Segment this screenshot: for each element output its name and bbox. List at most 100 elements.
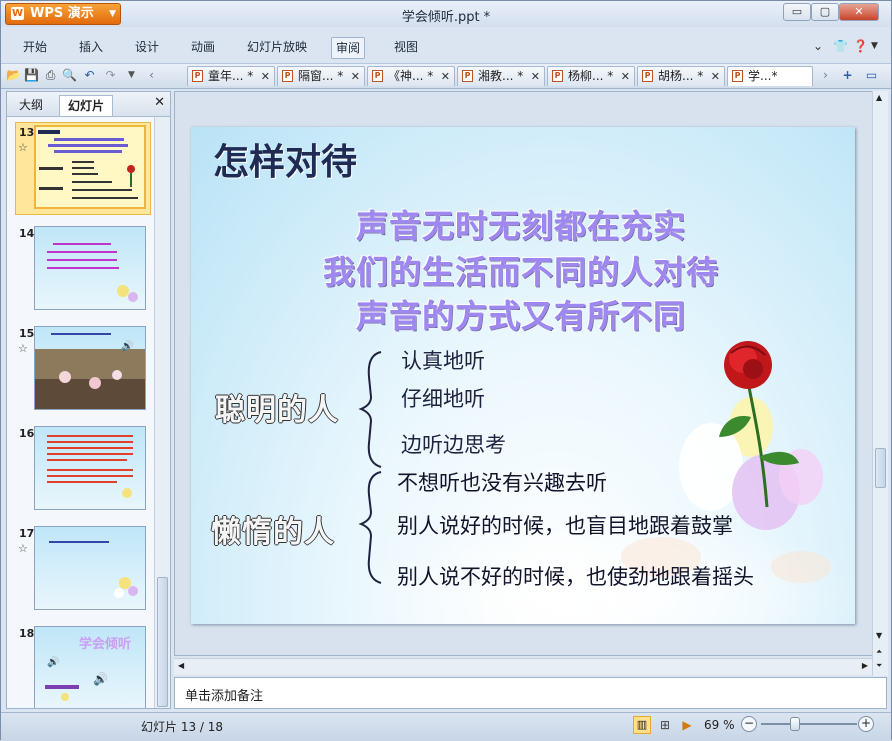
maximize-button[interactable]: ▢ <box>811 3 839 21</box>
thumb-preview <box>47 243 138 302</box>
minimize-icon: ▭ <box>791 5 803 18</box>
menu-animation[interactable]: 动画 <box>187 37 219 57</box>
print-icon[interactable]: ⎙ <box>42 67 59 84</box>
close-icon: ✕ <box>854 5 864 18</box>
open-folder-icon[interactable]: 📂 <box>5 67 22 84</box>
minimize-button[interactable]: ▭ <box>783 3 811 21</box>
close-tab-icon[interactable]: ✕ <box>351 67 360 86</box>
ppt-file-icon: P <box>732 70 743 82</box>
close-panel-icon[interactable]: ✕ <box>154 95 165 110</box>
slide-thumbnail-15[interactable]: 🔊 <box>34 326 146 410</box>
new-tab-icon[interactable]: + <box>839 67 856 84</box>
close-tab-icon[interactable]: ✕ <box>711 67 720 86</box>
doc-tab-label: 杨柳... * <box>568 69 614 83</box>
scroll-left-icon[interactable]: ◀ <box>178 661 184 670</box>
menu-design[interactable]: 设计 <box>131 37 163 57</box>
svg-text:🔊: 🔊 <box>121 339 133 352</box>
slide-thumbnail-18[interactable]: 学会倾听 🔊 🔊 <box>34 626 146 708</box>
doc-tab-active[interactable]: P 学...* <box>727 66 813 86</box>
slideshow-view-icon[interactable]: ▶ <box>678 716 696 734</box>
editor-horizontal-scrollbar[interactable]: ◀ ▶ <box>174 658 872 675</box>
panel-tabs: 大纲 幻灯片 ✕ <box>7 92 170 117</box>
slide-number: 15 <box>19 327 35 340</box>
doc-tab[interactable]: P 隔窗... * ✕ <box>277 66 365 86</box>
menu-home[interactable]: 开始 <box>19 37 51 57</box>
close-tab-icon[interactable]: ✕ <box>531 67 540 86</box>
doc-tab-label: 童年... * <box>208 69 254 83</box>
slide-number: 13 <box>19 126 35 139</box>
zoom-in-button[interactable]: + <box>858 716 874 732</box>
tabs-scroll-left-icon[interactable]: ‹ <box>143 67 160 84</box>
shirt-icon[interactable]: 👕 <box>833 39 848 53</box>
slide-heading-line-2: 我们的生活而不同的人对待 <box>322 253 719 291</box>
doc-tab[interactable]: P 杨柳... * ✕ <box>547 66 635 86</box>
tab-slides[interactable]: 幻灯片 <box>59 95 114 116</box>
tab-list-icon[interactable]: ▭ <box>863 67 880 84</box>
doc-tab[interactable]: P 湘教... * ✕ <box>457 66 545 86</box>
doc-tab-label: 隔窗... * <box>298 69 344 83</box>
close-tab-icon[interactable]: ✕ <box>441 67 450 86</box>
menu-view[interactable]: 视图 <box>390 37 422 57</box>
menu-collapse-icon[interactable]: ⌄ <box>813 39 823 53</box>
slides-panel: 大纲 幻灯片 ✕ 13 ☆ 14 15 ☆ 🔊 16 17 ☆ 18 学会倾听 … <box>6 91 171 709</box>
close-tab-icon[interactable]: ✕ <box>621 67 630 86</box>
lazy-people-label: 懒惰的人 <box>211 515 335 550</box>
doc-tab[interactable]: P 胡杨... * ✕ <box>637 66 725 86</box>
slide-title: 怎样对待 <box>213 141 358 183</box>
menu-insert[interactable]: 插入 <box>75 37 107 57</box>
undo-icon[interactable]: ↶ <box>81 67 98 84</box>
zoom-out-button[interactable]: − <box>741 716 757 732</box>
smart-item-1: 认真地听 <box>401 349 485 373</box>
zoom-slider-track[interactable] <box>761 723 857 725</box>
quick-access-toolbar: 📂 💾 ⎙ 🔍 ↶ ↷ ▼ ‹ P 童年... * ✕ P 隔窗... * ✕ … <box>1 63 891 89</box>
normal-view-icon[interactable]: ▥ <box>633 716 651 734</box>
slide-thumbnail-17[interactable] <box>34 526 146 610</box>
svg-text:🔊: 🔊 <box>47 655 59 668</box>
smart-people-label: 聪明的人 <box>215 393 339 428</box>
zoom-level: 69 % <box>704 718 735 732</box>
editor-vertical-scrollbar[interactable]: ▲ ▼ ⏶ ⏷ <box>872 91 888 676</box>
slide-heading-line-1: 声音无时无刻都在充实 <box>355 207 686 245</box>
print-preview-icon[interactable]: 🔍 <box>61 67 78 84</box>
doc-tab-label: 学...* <box>748 69 778 83</box>
document-title: 学会倾听.ppt * <box>401 10 491 25</box>
notes-pane[interactable]: 单击添加备注 <box>174 677 887 709</box>
slide-number: 14 <box>19 227 35 240</box>
scroll-down-icon[interactable]: ▼ <box>876 631 882 640</box>
next-slide-icon[interactable]: ⏷ <box>876 661 882 671</box>
tabs-scroll-right-icon[interactable]: › <box>817 67 834 84</box>
slide-thumbnail-13[interactable] <box>34 125 146 209</box>
customize-dropdown-icon[interactable]: ▼ <box>123 67 140 84</box>
zoom-slider-thumb[interactable] <box>789 717 800 731</box>
ppt-file-icon: P <box>192 70 203 82</box>
ppt-file-icon: P <box>642 70 653 82</box>
slide-canvas[interactable]: 怎样对待 声音无时无刻都在充实 我们的生活而不同的人对待 声音的方式又有所不同 … <box>191 127 855 624</box>
doc-tab[interactable]: P 童年... * ✕ <box>187 66 275 86</box>
doc-tab[interactable]: P 《神... * ✕ <box>367 66 455 86</box>
help-icon[interactable]: ❓ <box>853 39 868 53</box>
smart-item-3: 边听边思考 <box>401 433 506 457</box>
menu-review[interactable]: 审阅 <box>331 37 366 59</box>
menu-slideshow[interactable]: 幻灯片放映 <box>243 37 311 57</box>
doc-tab-label: 湘教... * <box>478 69 524 83</box>
scrollbar-thumb[interactable] <box>875 448 886 488</box>
status-bar: 幻灯片 13 / 18 ▥ ⊞ ▶ 69 % − + <box>1 712 891 741</box>
close-button[interactable]: ✕ <box>839 3 879 21</box>
scrollbar-thumb[interactable] <box>157 577 168 707</box>
close-tab-icon[interactable]: ✕ <box>261 67 270 86</box>
slide-thumbnail-list: 13 ☆ 14 15 ☆ 🔊 16 17 ☆ 18 学会倾听 🔊 🔊 <box>7 117 154 708</box>
scroll-right-icon[interactable]: ▶ <box>862 661 868 670</box>
slide-thumbnail-16[interactable] <box>34 426 146 510</box>
slide-number: 16 <box>19 427 35 440</box>
app-window: W WPS 演示 ▼ 学会倾听.ppt * ▭ ▢ ✕ 开始 插入 设计 动画 … <box>0 0 892 741</box>
save-icon[interactable]: 💾 <box>23 67 40 84</box>
thumb-preview <box>49 541 138 598</box>
tab-outline[interactable]: 大纲 <box>11 95 51 115</box>
redo-icon[interactable]: ↷ <box>102 67 119 84</box>
slide-sorter-view-icon[interactable]: ⊞ <box>656 716 674 734</box>
scroll-up-icon[interactable]: ▲ <box>876 93 882 102</box>
slide-thumbnail-14[interactable] <box>34 226 146 310</box>
slides-panel-scrollbar[interactable] <box>154 117 170 708</box>
help-dropdown-icon[interactable]: ▼ <box>871 41 878 51</box>
previous-slide-icon[interactable]: ⏶ <box>876 647 882 657</box>
